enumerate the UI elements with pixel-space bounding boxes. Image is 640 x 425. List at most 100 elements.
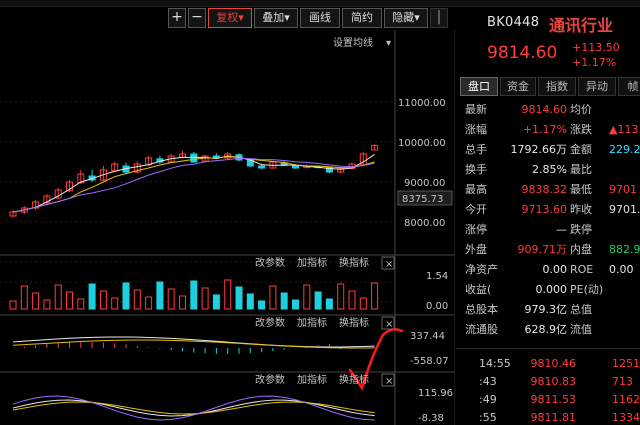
tick-time: :55: [479, 411, 497, 424]
zoom-out-button[interactable]: −: [188, 8, 206, 28]
volume-bar: [292, 299, 299, 310]
quote-label: 总手: [465, 143, 487, 156]
close-icon: ×: [385, 259, 393, 270]
quote-label: 最低: [570, 183, 592, 196]
price-axis-label: 8000.00: [404, 218, 445, 229]
volume-bar: [325, 298, 333, 310]
panel1-change-params-button[interactable]: 改参数: [255, 256, 285, 269]
kline-chart-svg[interactable]: 设置均线 ▾ 11000.00 10000.00 9000.00 8000.00…: [0, 30, 455, 425]
trading-window: + − 复权▾ 叠加▾ 画线 简约 隐藏▾ | 设置均线 ▾ 11000.00 …: [0, 0, 640, 425]
kline-chart-area[interactable]: 设置均线 ▾ 11000.00 10000.00 9000.00 8000.00…: [0, 30, 455, 425]
quote-value: 1792.66万: [510, 143, 568, 156]
diejia-button[interactable]: 叠加▾: [254, 8, 298, 28]
tick-volume: 713: [612, 375, 633, 388]
panel1-add-indicator-button[interactable]: 加指标: [297, 256, 327, 269]
tick-volume: 1162: [612, 393, 640, 406]
panel2-change-params-button[interactable]: 改参数: [255, 316, 285, 329]
divider: [457, 348, 640, 349]
candle-body: [258, 165, 266, 169]
volume-bar: [77, 298, 85, 310]
quote-value: 628.9亿: [524, 323, 568, 336]
panel2-swap-indicator-button[interactable]: 换指标: [339, 316, 369, 329]
panel2-add-indicator-button[interactable]: 加指标: [297, 316, 327, 329]
quote-value: 2.85%: [532, 163, 567, 176]
quote-row: 总手 1792.66万金额 229.22: [457, 140, 640, 159]
panel3-axis-label: -8.38: [418, 413, 444, 424]
tab-pankou[interactable]: 盘口: [460, 77, 498, 96]
quote-label: ROE: [570, 263, 594, 276]
quote-value: +1.17%: [522, 123, 567, 136]
tick-price: 9810.46: [530, 357, 577, 370]
yincang-label: 隐藏: [392, 11, 415, 24]
huaxian-button[interactable]: 画线: [300, 8, 340, 28]
tab-zhishu[interactable]: 指数: [538, 77, 576, 96]
panel3-change-params-button[interactable]: 改参数: [255, 373, 285, 386]
quote-label: 总股本: [465, 303, 498, 316]
fuquan-button[interactable]: 复权▾: [208, 8, 252, 28]
tab-yidong[interactable]: 异动: [578, 77, 616, 96]
volume-bar: [246, 293, 254, 310]
quote-value: 0.00: [542, 263, 568, 276]
volume-bar: [145, 296, 153, 310]
quote-row: 涨停 — 跌停: [457, 220, 640, 239]
quote-row: 收益(0.000 PE(动): [457, 280, 640, 299]
top-menu-strip: [0, 0, 640, 7]
macd-layer: [12, 336, 376, 354]
volume-bar: [337, 283, 345, 310]
jianyue-button[interactable]: 简约: [342, 8, 382, 28]
quote-value: 0.00: [609, 263, 634, 276]
zoom-in-button[interactable]: +: [168, 8, 186, 28]
volume-bar: [32, 292, 40, 310]
quote-label: 外盘: [465, 243, 487, 256]
tick-price: 9811.81: [530, 411, 577, 424]
quote-value: 9814.60: [521, 103, 568, 116]
volume-bar: [371, 282, 379, 310]
volume-bar: [66, 291, 73, 310]
panel3-add-indicator-button[interactable]: 加指标: [297, 373, 327, 386]
quote-label: 内盘: [570, 243, 592, 256]
quote-value: ▲113.: [609, 123, 640, 136]
change-abs: +113.50: [572, 41, 620, 54]
quote-value: 9838.32: [521, 183, 568, 196]
volume-bar: [88, 283, 96, 310]
quote-row: 净资产 0.00 ROE 0.00: [457, 260, 640, 279]
panel3-swap-indicator-button[interactable]: 换指标: [339, 373, 369, 386]
volume-bar: [190, 280, 198, 310]
quote-row: 总股本 979.3亿 总值: [457, 300, 640, 319]
candles-layer: [9, 144, 379, 218]
quote-label: 昨收: [570, 203, 592, 216]
sector-code: BK0448: [487, 15, 540, 30]
tick-volume: 1334: [612, 411, 640, 424]
tab-zijin[interactable]: 资金: [500, 77, 536, 96]
yincang-button[interactable]: 隐藏▾: [384, 8, 428, 28]
close-icon: ×: [385, 319, 393, 330]
panel1-swap-indicator-button[interactable]: 换指标: [339, 256, 369, 269]
quote-label: PE(动): [570, 283, 604, 296]
quote-label: 最高: [465, 183, 487, 196]
tick-volume: 1251: [612, 357, 640, 370]
set-ma-label[interactable]: 设置均线: [333, 36, 373, 49]
panel2-axis-label: -558.07: [410, 356, 449, 367]
quote-row: 换手 2.85% 最比: [457, 160, 640, 179]
tab-zhen[interactable]: 帧: [618, 77, 640, 96]
volume-bar: [156, 281, 164, 310]
quote-label: 涨停: [465, 223, 487, 236]
panel2-axis-label: 337.44: [410, 331, 445, 342]
quote-label: 均价: [570, 103, 592, 116]
volume-bar: [280, 292, 288, 310]
quote-value: 0.000: [535, 283, 568, 296]
volume-bar: [269, 285, 277, 310]
chart-grid: [0, 30, 455, 425]
quote-row: 外盘 909.71万内盘 882.95: [457, 240, 640, 259]
quote-label: 今开: [465, 203, 487, 216]
volume-bar: [224, 279, 232, 310]
quote-row: 今开 9713.60 昨收 9701.: [457, 200, 640, 219]
volume-bar: [167, 288, 175, 310]
ma-lines-layer: [12, 154, 375, 213]
price-axis-label: 9000.00: [404, 178, 445, 189]
quote-value: 9701.: [609, 203, 640, 216]
quote-label: 跌停: [570, 223, 592, 236]
tick-time: :43: [479, 375, 497, 388]
volume-bar: [212, 294, 220, 310]
chevron-down-icon: ▾: [284, 11, 290, 24]
